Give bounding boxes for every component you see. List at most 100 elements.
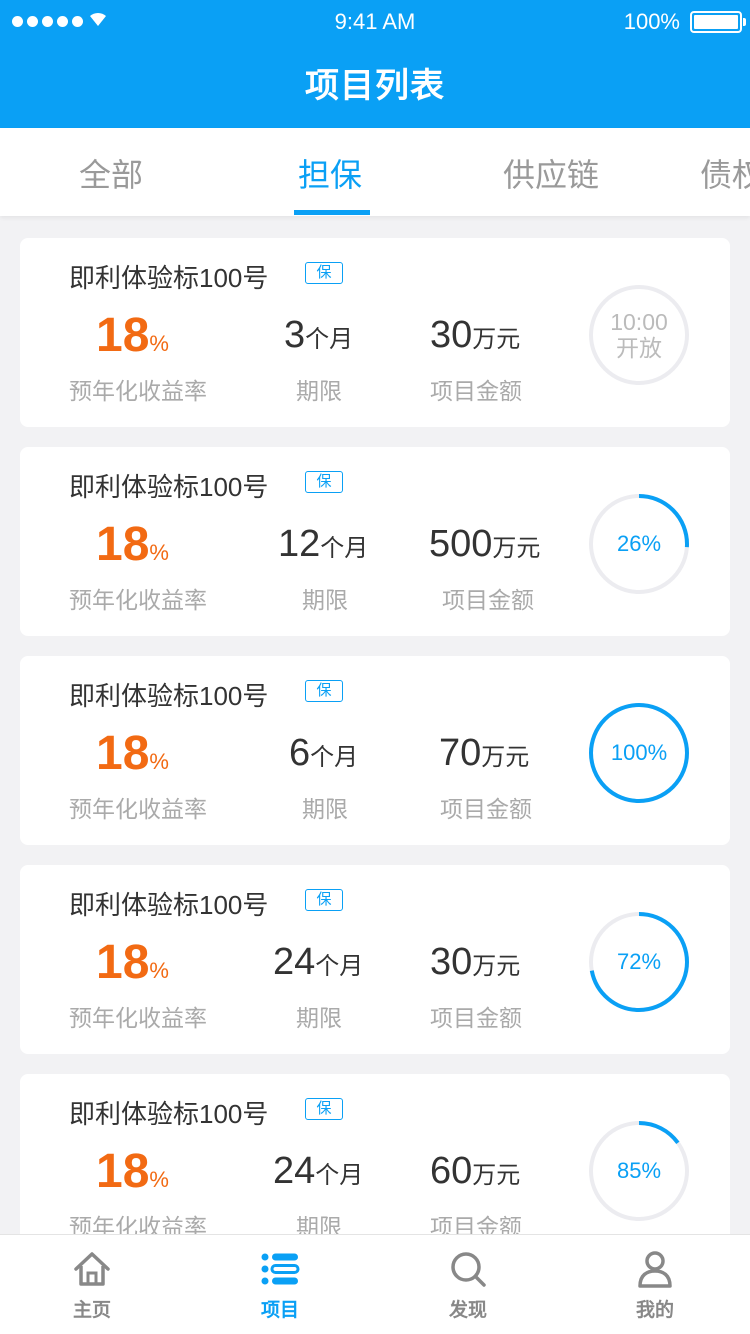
amount-label: 项目金额: [442, 587, 534, 613]
progress-ring: 10:00 开放: [587, 283, 691, 387]
progress-ring: 85%: [587, 1119, 691, 1223]
project-card[interactable]: 即利体验标100号 保 18% 3个月 30万元 预年化收益率 期限 项目金额 …: [20, 238, 730, 427]
term-unit: 个月: [305, 326, 354, 353]
project-name: 即利体验标100号: [69, 472, 269, 502]
term: 6个月: [289, 732, 358, 775]
bottom-nav: 主页 项目 发现 我的: [0, 1234, 750, 1334]
term-label: 期限: [302, 796, 348, 822]
annual-rate: 18%: [96, 308, 169, 363]
progress-label: 100%: [610, 740, 668, 765]
rate-value: 18: [96, 309, 150, 362]
amount-value: 30: [430, 941, 473, 983]
project-name: 即利体验标100号: [69, 263, 269, 293]
tab-debt[interactable]: 债权: [700, 150, 750, 196]
amount-unit: 万元: [481, 744, 530, 771]
term-unit: 个月: [320, 535, 369, 562]
term-label: 期限: [302, 587, 348, 613]
tab-all[interactable]: 全部: [79, 150, 143, 196]
term: 12个月: [278, 523, 368, 566]
term-unit: 个月: [315, 953, 364, 980]
term: 3个月: [284, 314, 353, 357]
tab-guarantee[interactable]: 担保: [298, 150, 362, 196]
rate-value: 18: [96, 727, 150, 780]
term-value: 6: [289, 732, 311, 774]
nav-item-discover[interactable]: 发现: [398, 1235, 538, 1334]
nav-item-home[interactable]: 主页: [22, 1235, 162, 1334]
amount: 70万元: [439, 732, 529, 775]
term-unit: 个月: [315, 1162, 364, 1189]
term-label: 期限: [296, 378, 342, 404]
progress-ring: 26%: [587, 492, 691, 596]
project-card[interactable]: 即利体验标100号 保 18% 6个月 70万元 预年化收益率 期限 项目金额 …: [20, 656, 730, 845]
amount-label: 项目金额: [440, 796, 532, 822]
nav-label-mine: 我的: [635, 1300, 674, 1321]
rate-unit: %: [149, 1167, 169, 1192]
term-label: 期限: [296, 1005, 342, 1031]
rate-unit: %: [149, 331, 169, 356]
amount-value: 60: [430, 1150, 473, 1192]
battery-percent: 100%: [623, 9, 680, 34]
status-bar: 9:41 AM 100%: [0, 0, 750, 44]
rate-value: 18: [96, 1145, 150, 1198]
term-value: 3: [284, 314, 306, 356]
project-list: 即利体验标100号 保 18% 3个月 30万元 预年化收益率 期限 项目金额 …: [20, 238, 730, 1283]
rate-label: 预年化收益率: [69, 1005, 207, 1031]
search-icon: [451, 1252, 486, 1287]
project-card[interactable]: 即利体验标100号 保 18% 24个月 30万元 预年化收益率 期限 项目金额…: [20, 865, 730, 1054]
open-status: 开放: [616, 335, 662, 361]
annual-rate: 18%: [96, 935, 169, 990]
page-title: 项目列表: [305, 67, 445, 105]
progress-text: 72%: [587, 910, 691, 1014]
guarantee-badge: 保: [305, 889, 343, 911]
open-time: 10:00: [610, 309, 668, 335]
rate-value: 18: [96, 936, 150, 989]
guarantee-badge: 保: [305, 471, 343, 493]
amount-label: 项目金额: [430, 1005, 522, 1031]
progress-ring: 100%: [587, 701, 691, 805]
rate-unit: %: [149, 540, 169, 565]
progress-ring: 72%: [587, 910, 691, 1014]
guarantee-badge: 保: [305, 680, 343, 702]
nav-label-home: 主页: [72, 1300, 111, 1321]
project-name: 即利体验标100号: [69, 890, 269, 920]
category-tabs: 全部 担保 供应链 债权: [0, 128, 750, 216]
amount: 500万元: [429, 523, 540, 566]
rate-unit: %: [149, 749, 169, 774]
amount-value: 500: [429, 523, 493, 565]
progress-text: 85%: [587, 1119, 691, 1223]
progress-label: 72%: [616, 949, 662, 974]
guarantee-badge: 保: [305, 1098, 343, 1120]
nav-item-mine[interactable]: 我的: [585, 1235, 725, 1334]
amount: 30万元: [430, 314, 520, 357]
battery-icon: [690, 11, 746, 33]
amount-unit: 万元: [472, 326, 521, 353]
rate-unit: %: [149, 958, 169, 983]
list-icon: [261, 1253, 300, 1285]
annual-rate: 18%: [96, 1144, 169, 1199]
app-header: 9:41 AM 100% 项目列表: [0, 0, 750, 128]
nav-label-discover: 发现: [448, 1300, 487, 1321]
nav-item-projects[interactable]: 项目: [210, 1235, 350, 1334]
nav-label-projects: 项目: [260, 1300, 299, 1321]
term: 24个月: [273, 941, 363, 984]
rate-label: 预年化收益率: [69, 796, 207, 822]
rate-label: 预年化收益率: [69, 587, 207, 613]
term-value: 24: [273, 1150, 316, 1192]
project-name: 即利体验标100号: [69, 1099, 269, 1129]
amount-label: 项目金额: [430, 378, 522, 404]
progress-text: 10:00 开放: [587, 283, 691, 387]
amount-value: 30: [430, 314, 473, 356]
progress-label: 26%: [616, 531, 662, 556]
term-value: 24: [273, 941, 316, 983]
tab-supply-chain[interactable]: 供应链: [503, 150, 599, 196]
active-tab-indicator: [294, 210, 370, 215]
project-card[interactable]: 即利体验标100号 保 18% 12个月 500万元 预年化收益率 期限 项目金…: [20, 447, 730, 636]
user-icon: [638, 1251, 672, 1288]
annual-rate: 18%: [96, 726, 169, 781]
amount-unit: 万元: [472, 953, 521, 980]
term-unit: 个月: [310, 744, 359, 771]
amount: 60万元: [430, 1150, 520, 1193]
progress-label: 85%: [616, 1158, 662, 1183]
rate-value: 18: [96, 518, 150, 571]
rate-label: 预年化收益率: [69, 378, 207, 404]
